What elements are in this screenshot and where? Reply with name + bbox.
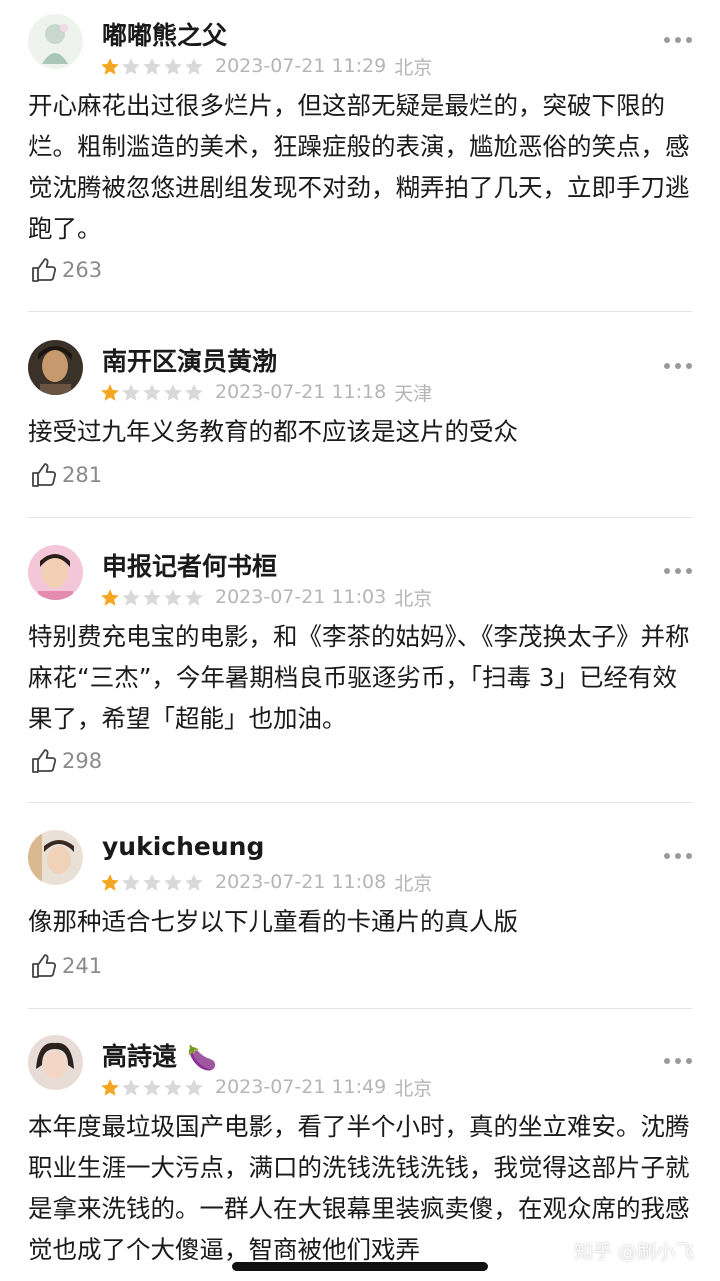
review-location: 北京 [394, 872, 433, 895]
review-date: 2023-07-21 11:49 [215, 1076, 387, 1098]
star-icon [164, 383, 182, 401]
star-rating [100, 1078, 205, 1097]
review-text[interactable]: 像那种适合七岁以下儿童看的卡通片的真人版 [28, 901, 696, 942]
more-options-button[interactable] [664, 1051, 692, 1071]
star-icon [122, 873, 140, 891]
star-icon [101, 57, 119, 75]
star-icon [164, 57, 182, 75]
more-options-button[interactable] [664, 561, 692, 581]
like-count: 241 [62, 954, 103, 978]
watermark: 知乎 @刷小飞 [574, 1241, 695, 1263]
review-text[interactable]: 特别费充电宝的电影，和《李茶的姑妈》、《李茂换太子》并称麻花“三杰”，今年暑期档… [28, 616, 696, 739]
divider [28, 1008, 692, 1009]
star-rating [100, 57, 205, 76]
star-icon [185, 588, 203, 606]
like-button[interactable]: 298 [30, 746, 102, 776]
review-date: 2023-07-21 11:29 [215, 55, 387, 77]
star-icon [164, 588, 182, 606]
avatar[interactable] [28, 340, 83, 395]
more-icon [664, 568, 670, 574]
divider [28, 517, 692, 518]
username[interactable]: 南开区演员黄渤 [102, 342, 277, 378]
star-icon [143, 383, 161, 401]
like-count: 281 [62, 463, 103, 487]
star-icon [143, 873, 161, 891]
star-icon [185, 1078, 203, 1096]
star-icon [164, 873, 182, 891]
username[interactable]: 高詩遠 🍆 [102, 1037, 217, 1073]
star-icon [185, 383, 203, 401]
divider [28, 802, 692, 803]
more-icon [664, 363, 670, 369]
username-text: 高詩遠 [102, 1042, 178, 1071]
like-count: 298 [62, 749, 103, 773]
home-indicator [232, 1262, 488, 1271]
more-options-button[interactable] [664, 846, 692, 866]
thumbs-up-icon [32, 258, 57, 282]
username[interactable]: yukicheung [102, 832, 264, 861]
username[interactable]: 申报记者何书桓 [102, 547, 277, 583]
more-icon [664, 853, 670, 859]
like-count: 263 [62, 258, 103, 282]
review-date: 2023-07-21 11:18 [215, 381, 387, 403]
more-icon [664, 37, 670, 43]
eggplant-emoji-badge: 🍆 [187, 1044, 217, 1072]
star-icon [143, 588, 161, 606]
star-icon [185, 873, 203, 891]
star-icon [101, 588, 119, 606]
review-meta: 2023-07-21 11:49 北京 [100, 1075, 433, 1100]
star-icon [122, 1078, 140, 1096]
star-icon [143, 1078, 161, 1096]
review-meta: 2023-07-21 11:03 北京 [100, 585, 433, 610]
more-options-button[interactable] [664, 30, 692, 50]
star-icon [122, 588, 140, 606]
avatar[interactable] [28, 545, 83, 600]
divider [28, 311, 692, 312]
thumbs-up-icon [32, 954, 57, 978]
like-button[interactable]: 281 [30, 460, 102, 490]
review-meta: 2023-07-21 11:08 北京 [100, 870, 433, 895]
review-date: 2023-07-21 11:08 [215, 871, 387, 893]
star-rating [100, 383, 205, 402]
review-text[interactable]: 接受过九年义务教育的都不应该是这片的受众 [28, 411, 696, 452]
username[interactable]: 嘟嘟熊之父 [102, 16, 227, 52]
avatar[interactable] [28, 14, 83, 69]
star-rating [100, 873, 205, 892]
like-button[interactable]: 241 [30, 951, 102, 981]
review-location: 天津 [394, 382, 433, 405]
star-icon [122, 57, 140, 75]
avatar[interactable] [28, 1035, 83, 1090]
like-button[interactable]: 263 [30, 255, 102, 285]
thumbs-up-icon [32, 463, 57, 487]
star-icon [101, 1078, 119, 1096]
review-location: 北京 [394, 1077, 433, 1100]
more-options-button[interactable] [664, 356, 692, 376]
star-icon [101, 873, 119, 891]
review-meta: 2023-07-21 11:18 天津 [100, 380, 433, 405]
review-feed: 嘟嘟熊之父 2023-07-21 11:29 北京 开心麻花出过很多烂片，但这部… [0, 0, 720, 1281]
review-meta: 2023-07-21 11:29 北京 [100, 54, 433, 79]
review-text[interactable]: 开心麻花出过很多烂片，但这部无疑是最烂的，突破下限的烂。粗制滥造的美术，狂躁症般… [28, 85, 696, 249]
review-location: 北京 [394, 587, 433, 610]
star-icon [122, 383, 140, 401]
review-date: 2023-07-21 11:03 [215, 586, 387, 608]
star-icon [164, 1078, 182, 1096]
thumbs-up-icon [32, 749, 57, 773]
more-icon [664, 1058, 670, 1064]
star-rating [100, 588, 205, 607]
star-icon [101, 383, 119, 401]
star-icon [143, 57, 161, 75]
star-icon [185, 57, 203, 75]
avatar[interactable] [28, 830, 83, 885]
review-location: 北京 [394, 56, 433, 79]
